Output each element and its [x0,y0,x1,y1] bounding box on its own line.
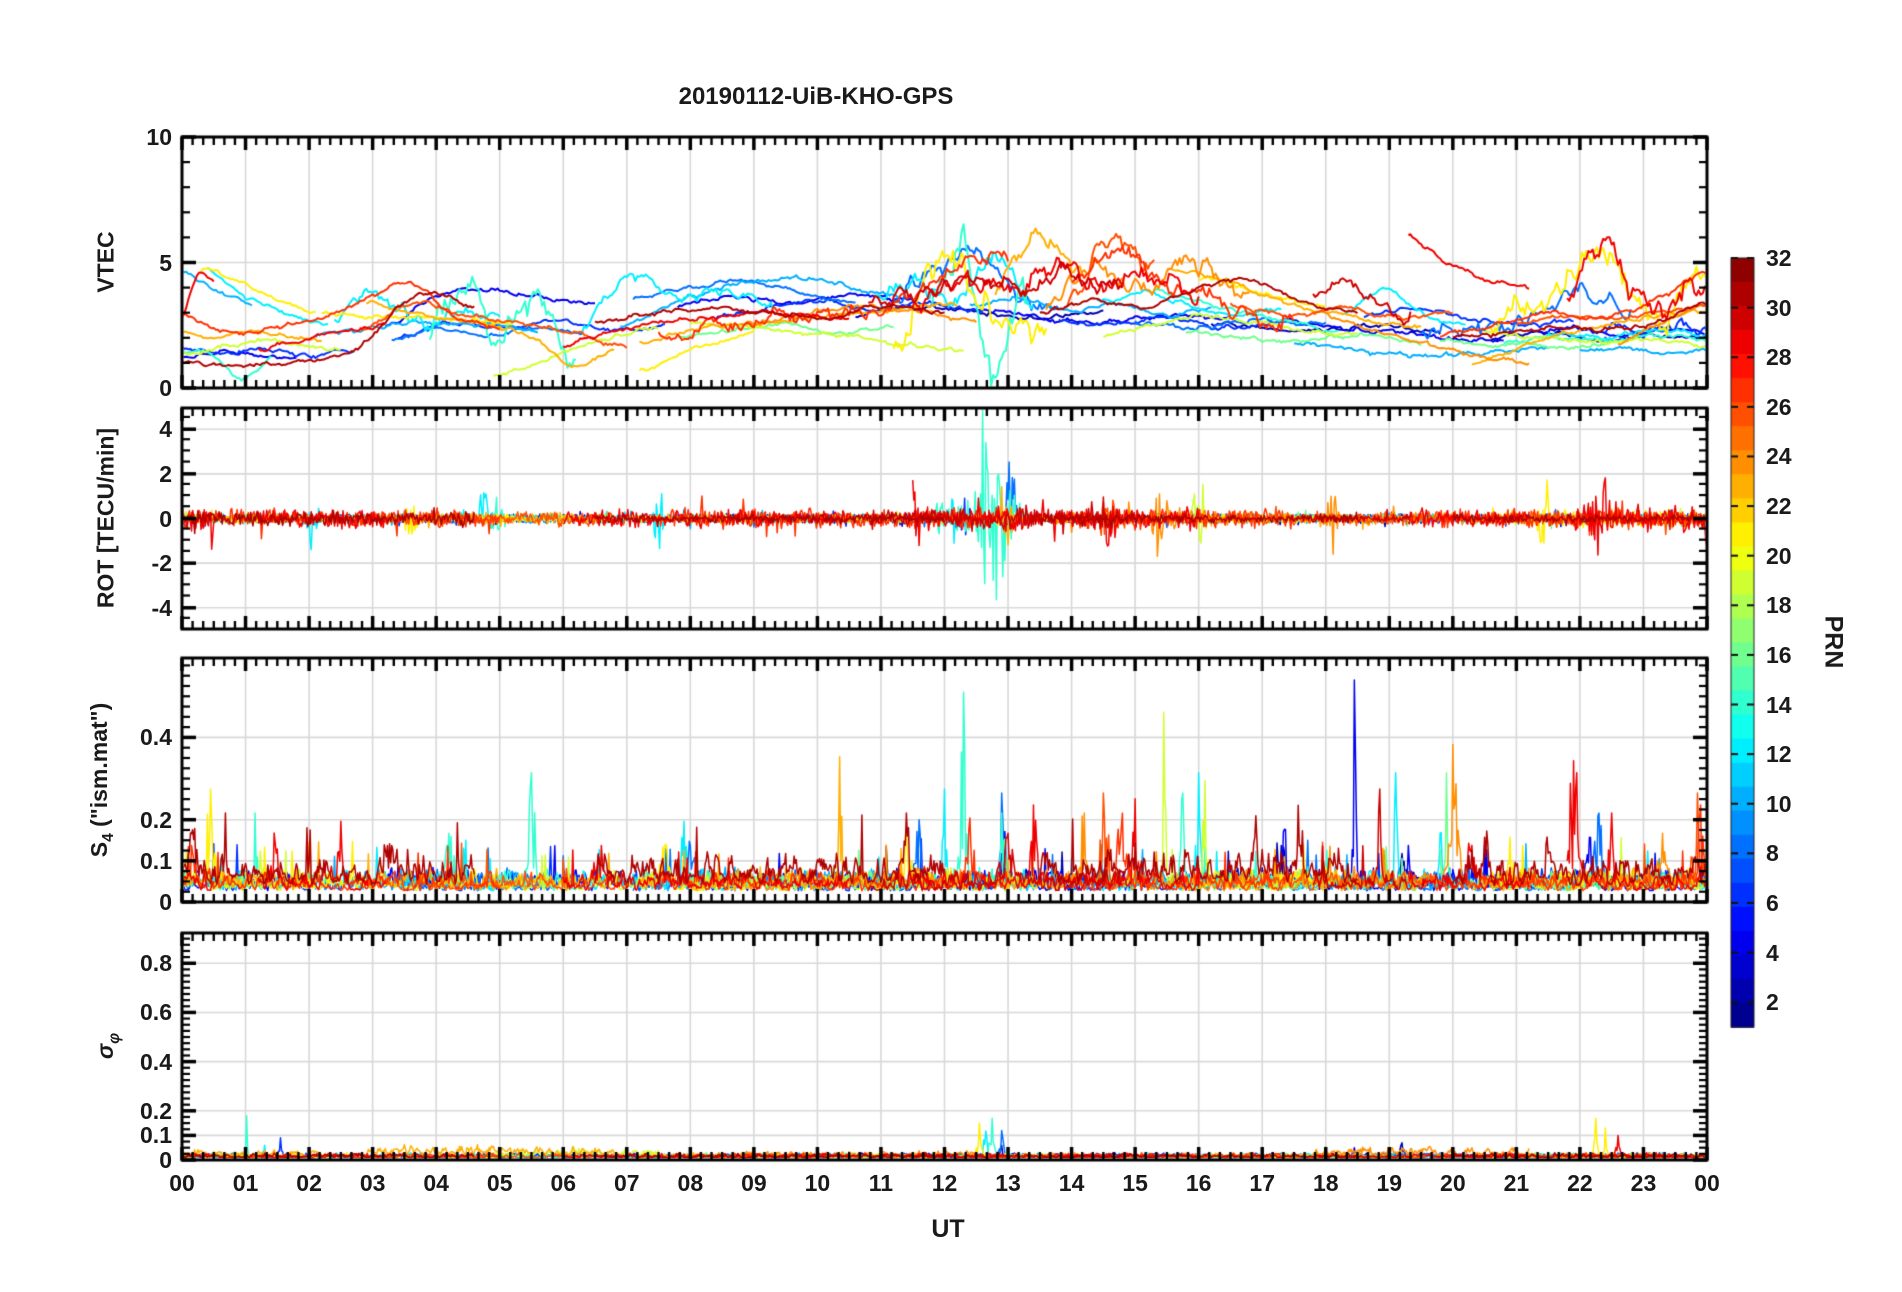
colorbar-tick-label: 22 [1766,493,1792,520]
x-tick-label: 22 [1567,1170,1593,1196]
x-tick-label: 06 [550,1170,577,1196]
y-tick-label-s4: 0.1 [140,847,172,874]
colorbar-tick-label: 20 [1766,542,1792,569]
x-tick-label: 03 [359,1170,386,1196]
x-tick-label: 16 [1185,1170,1212,1196]
x-tick-label: 21 [1503,1170,1530,1196]
y-tick-label-sigma_phi: 0.2 [140,1097,172,1124]
s4-label-subscript: 4 [99,833,117,842]
y-tick-label-vtec: 5 [159,249,172,276]
y-tick-label-sigma_phi: 0 [159,1147,172,1173]
colorbar-tick-label: 2 [1766,989,1779,1016]
y-tick-label-rot: 2 [159,460,172,487]
colorbar-tick-label: 26 [1766,393,1792,420]
x-tick-label: 15 [1122,1170,1148,1196]
x-tick-label: 11 [868,1170,894,1196]
x-tick-label: 23 [1630,1170,1657,1196]
y-tick-label-s4: 0 [159,889,172,915]
colorbar-tick-label: 32 [1766,245,1792,271]
y-tick-label-sigma_phi: 0.1 [140,1122,172,1149]
x-tick-label: 12 [931,1170,958,1196]
x-tick-label: 02 [296,1170,322,1196]
colorbar-tick-label: 4 [1766,939,1779,966]
y-tick-label-rot: 4 [159,416,172,443]
colorbar-tick-label: 18 [1766,592,1792,619]
x-tick-label: 19 [1376,1170,1403,1196]
colorbar-tick-label: 28 [1766,344,1792,371]
x-tick-label: 13 [995,1170,1021,1196]
colorbar-label: PRN [1819,615,1848,669]
x-tick-label: 17 [1249,1170,1275,1196]
colorbar-tick-label: 12 [1766,741,1792,768]
x-tick-label: 01 [232,1170,259,1196]
chart-title: 20190112-UiB-KHO-GPS [678,83,954,110]
y-tick-label-s4: 0.4 [140,724,172,751]
y-tick-label-s4: 0.2 [140,806,172,833]
x-tick-label: 10 [804,1170,831,1196]
x-tick-label: 04 [423,1170,449,1196]
colorbar-tick-label: 24 [1766,443,1792,470]
x-axis-label: UT [931,1215,965,1243]
sigma-phi-panel [182,933,1707,1160]
x-tick-label: 09 [741,1170,767,1196]
x-tick-label: 20 [1440,1170,1466,1196]
s4-panel [182,658,1707,902]
colorbar-tick-label: 16 [1766,641,1792,668]
colorbar-tick-label: 6 [1766,889,1779,916]
x-tick-label: 07 [613,1170,640,1196]
colorbar-tick-label: 30 [1766,294,1792,321]
x-tick-label: 08 [677,1170,704,1196]
y-tick-label-sigma_phi: 0.6 [140,999,172,1026]
vtec-panel [182,137,1707,388]
y-tick-label-rot: 0 [159,505,172,532]
x-tick-label: 14 [1058,1170,1085,1196]
y-tick-label-rot: -2 [151,550,172,577]
y-tick-label-sigma_phi: 0.4 [140,1048,172,1075]
x-tick-label: 05 [486,1170,513,1196]
colorbar-tick-label: 8 [1766,840,1779,867]
y-tick-label-vtec: 10 [146,124,172,150]
colorbar-tick-label: 10 [1766,790,1792,817]
y-tick-label-vtec: 0 [159,375,172,401]
y-tick-label-rot: -4 [151,594,172,621]
x-tick-label: 00 [1694,1170,1720,1196]
x-tick-label: 18 [1312,1170,1339,1196]
colorbar-tick-label: 14 [1766,691,1792,718]
x-tick-label: 00 [169,1170,195,1196]
y-tick-label-sigma_phi: 0.8 [140,950,172,977]
colorbar [1731,258,1754,1027]
phi-subscript: φ [105,1032,123,1044]
figure: 20190112-UiB-KHO-GPS VTEC ROT [TECU/min]… [0,0,1902,1292]
rot-panel [182,408,1707,629]
